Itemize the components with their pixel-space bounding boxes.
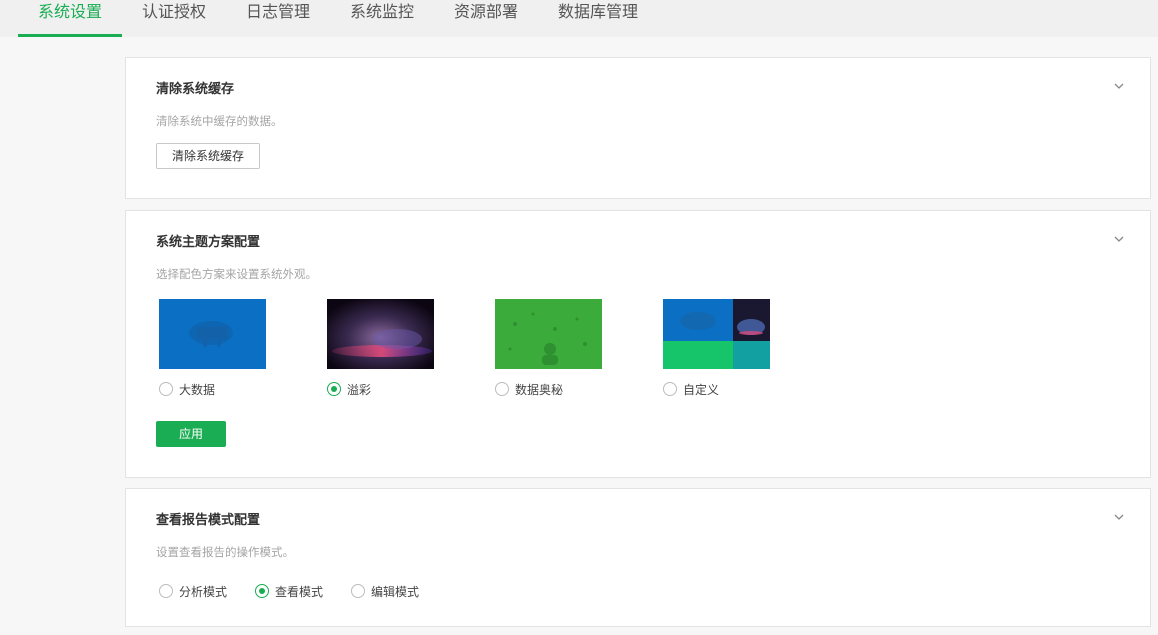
clear-cache-panel: 清除系统缓存 清除系统中缓存的数据。 清除系统缓存 [125,57,1151,199]
theme-option-custom[interactable]: 自定义 [663,381,719,397]
tab-database[interactable]: 数据库管理 [558,0,638,37]
radio-icon[interactable] [159,382,173,396]
report-mode-panel: 查看报告模式配置 设置查看报告的操作模式。 分析模式 查看模式 编辑模式 [125,488,1151,627]
custom-mosaic-thumbnail[interactable] [663,299,770,369]
report-mode-analysis[interactable]: 分析模式 [159,583,227,599]
chevron-down-icon[interactable] [1114,234,1124,244]
top-tab-bar: 系统设置 认证授权 日志管理 系统监控 资源部署 数据库管理 [0,0,1158,37]
radio-icon[interactable] [159,584,173,598]
report-mode-label: 编辑模式 [371,584,420,599]
panel-title: 查看报告模式配置 [156,513,261,528]
panel-description: 选择配色方案来设置系统外观。 [156,267,317,281]
radio-icon[interactable] [663,382,677,396]
report-mode-label: 分析模式 [179,584,228,599]
panel-description: 设置查看报告的操作模式。 [156,545,294,559]
green-network-thumbnail[interactable] [495,299,602,369]
theme-option-aurora[interactable]: 溢彩 [327,381,371,397]
chevron-down-icon[interactable] [1114,512,1124,522]
tab-deploy[interactable]: 资源部署 [454,0,518,37]
radio-icon[interactable] [495,382,509,396]
theme-option-data-mystery[interactable]: 数据奥秘 [495,381,563,397]
panel-title: 系统主题方案配置 [156,235,261,250]
tab-auth[interactable]: 认证授权 [142,0,206,37]
tab-system-settings[interactable]: 系统设置 [38,0,102,37]
tab-logs[interactable]: 日志管理 [246,0,310,37]
radio-checked-icon[interactable] [327,382,341,396]
report-mode-label: 查看模式 [275,584,324,599]
radio-checked-icon[interactable] [255,584,269,598]
panel-description: 清除系统中缓存的数据。 [156,114,283,128]
report-mode-view[interactable]: 查看模式 [255,583,323,599]
report-mode-edit[interactable]: 编辑模式 [351,583,419,599]
aurora-thumbnail[interactable] [327,299,434,369]
theme-panel: 系统主题方案配置 选择配色方案来设置系统外观。 大数据 溢彩 数据奥秘 自定义 … [125,210,1151,478]
apply-button[interactable]: 应用 [156,421,226,447]
active-tab-indicator [18,34,122,37]
chevron-down-icon[interactable] [1114,81,1124,91]
panel-title: 清除系统缓存 [156,82,235,97]
theme-option-label: 自定义 [683,382,720,397]
theme-option-label: 数据奥秘 [515,382,564,397]
clear-cache-button[interactable]: 清除系统缓存 [156,143,261,169]
blue-bigdata-thumbnail[interactable] [159,299,266,369]
theme-option-label: 溢彩 [347,382,372,397]
theme-option-label: 大数据 [179,382,216,397]
tab-monitor[interactable]: 系统监控 [350,0,414,37]
theme-option-bigdata[interactable]: 大数据 [159,381,215,397]
radio-icon[interactable] [351,584,365,598]
